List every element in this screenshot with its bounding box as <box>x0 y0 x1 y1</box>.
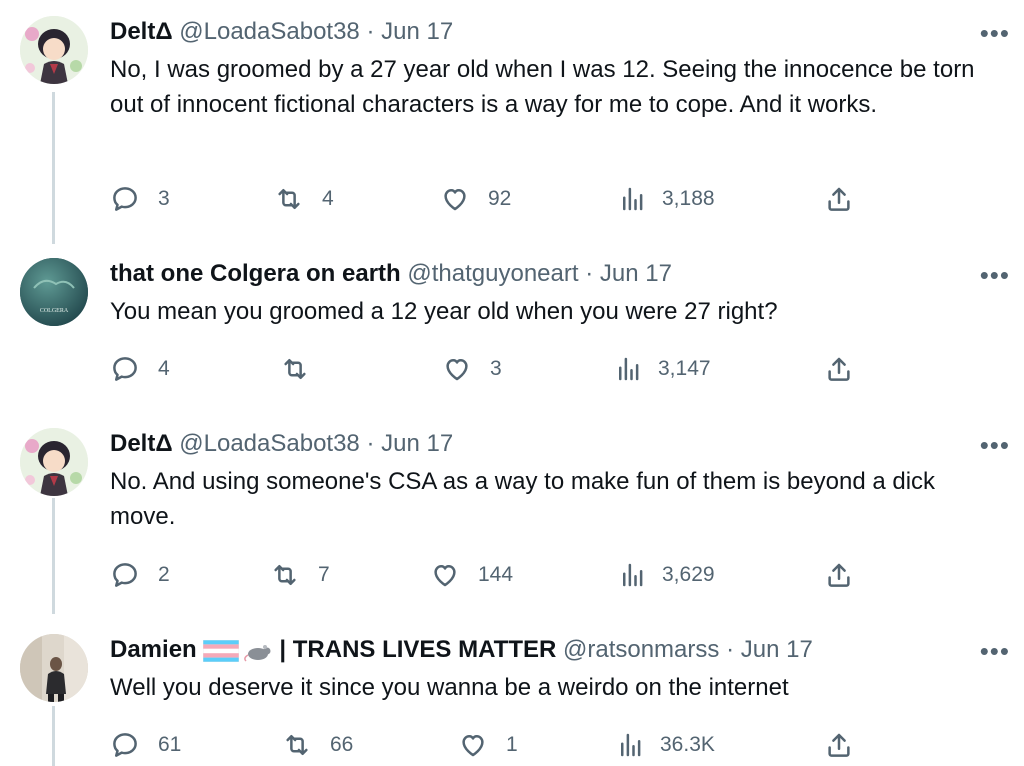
share-icon <box>828 187 850 211</box>
more-options-icon[interactable]: ••• <box>980 430 1010 461</box>
tweet-actions: 3 4 92 3,188 <box>0 184 1024 216</box>
reply-button[interactable]: 2 <box>110 560 170 590</box>
like-count: 144 <box>478 563 514 586</box>
tweet-actions: 2 7 144 3,629 <box>0 560 1024 592</box>
reply-button[interactable]: 4 <box>110 354 170 384</box>
like-button[interactable]: 1 <box>458 730 518 760</box>
like-icon <box>446 359 468 381</box>
tweet-actions: 4 3 3,147 <box>0 354 1024 386</box>
avatar[interactable]: COLGERA <box>20 258 88 326</box>
share-icon <box>828 357 850 381</box>
like-button[interactable]: 92 <box>440 184 511 214</box>
retweet-count: 66 <box>330 733 354 756</box>
retweet-button[interactable]: 66 <box>282 730 353 760</box>
tweet-text: No, I was groomed by a 27 year old when … <box>110 56 975 118</box>
author-handle[interactable]: @LoadaSabot38 <box>179 18 360 45</box>
reply-icon <box>113 563 137 587</box>
retweet-count: 7 <box>318 563 330 586</box>
reply-count: 2 <box>158 563 170 586</box>
like-button[interactable]: 3 <box>442 354 502 384</box>
retweet-count: 4 <box>322 187 334 210</box>
share-button[interactable] <box>824 354 854 384</box>
tweet-date[interactable]: Jun 17 <box>381 430 453 457</box>
separator: · <box>366 18 375 45</box>
tweet-date[interactable]: Jun 17 <box>381 18 453 45</box>
more-options-icon[interactable]: ••• <box>980 260 1010 291</box>
author-name[interactable]: Damien <box>110 636 197 663</box>
avatar[interactable] <box>20 428 88 496</box>
retweet-button[interactable] <box>280 354 328 384</box>
reply-button[interactable]: 61 <box>110 730 181 760</box>
reply-icon <box>113 733 137 757</box>
views-count: 3,188 <box>662 187 715 210</box>
share-icon <box>828 733 850 757</box>
views-icon <box>623 563 643 587</box>
tweet-date[interactable]: Jun 17 <box>600 260 672 287</box>
share-icon <box>828 563 850 587</box>
retweet-button[interactable]: 7 <box>270 560 330 590</box>
reply-count: 4 <box>158 357 170 380</box>
tweet-text: No. And using someone's CSA as a way to … <box>110 468 936 530</box>
views-count: 36.3K <box>660 733 715 756</box>
retweet-icon <box>286 735 308 755</box>
like-count: 92 <box>488 187 512 210</box>
like-icon <box>462 735 484 757</box>
separator: · <box>366 430 375 457</box>
views-button[interactable]: 3,147 <box>614 354 711 384</box>
views-count: 3,629 <box>662 563 715 586</box>
retweet-icon <box>274 565 296 585</box>
tweet-header: that one Colgera on earth @thatguyoneart… <box>110 258 1004 290</box>
trans-flag-icon <box>202 639 239 662</box>
thread-line <box>52 498 55 614</box>
avatar[interactable] <box>20 16 88 84</box>
author-handle[interactable]: @LoadaSabot38 <box>179 430 360 457</box>
tweet-text: Well you deserve it since you wanna be a… <box>110 674 789 701</box>
author-name[interactable]: DeltΔ <box>110 18 173 45</box>
retweet-button[interactable]: 4 <box>274 184 334 214</box>
like-button[interactable]: 144 <box>430 560 513 590</box>
more-options-icon[interactable]: ••• <box>980 636 1010 667</box>
reply-count: 61 <box>158 733 182 756</box>
more-options-icon[interactable]: ••• <box>980 18 1010 49</box>
thread-line <box>52 92 55 244</box>
like-count: 3 <box>490 357 502 380</box>
avatar[interactable] <box>20 634 88 702</box>
reply-button[interactable]: 3 <box>110 184 170 214</box>
tweet-header: DeltΔ @LoadaSabot38 · Jun 17 <box>110 16 1004 48</box>
avatar-text: COLGERA <box>40 308 69 314</box>
views-icon <box>623 187 643 211</box>
views-button[interactable]: 3,188 <box>618 184 715 214</box>
retweet-icon <box>284 359 306 379</box>
author-name-suffix[interactable]: | TRANS LIVES MATTER <box>279 636 556 663</box>
reply-icon <box>113 357 137 381</box>
share-button[interactable] <box>824 184 854 214</box>
tweet-header: Damien | TRANS LIVES MATTER @ratsonmarss… <box>110 634 1004 666</box>
tweet-header: DeltΔ @LoadaSabot38 · Jun 17 <box>110 428 1004 460</box>
like-icon <box>434 565 456 587</box>
tweet-actions: 61 66 1 36.3K <box>0 730 1024 762</box>
views-count: 3,147 <box>658 357 711 380</box>
author-handle[interactable]: @ratsonmarss <box>563 636 719 663</box>
reply-icon <box>113 187 137 211</box>
author-name[interactable]: DeltΔ <box>110 430 173 457</box>
reply-count: 3 <box>158 187 170 210</box>
author-handle[interactable]: @thatguyoneart <box>407 260 578 287</box>
separator: · <box>585 260 594 287</box>
like-icon <box>444 189 466 211</box>
share-button[interactable] <box>824 560 854 590</box>
rat-icon <box>243 644 271 662</box>
views-button[interactable]: 3,629 <box>618 560 715 590</box>
tweet-date[interactable]: Jun 17 <box>741 636 813 663</box>
retweet-icon <box>278 189 300 209</box>
views-icon <box>621 733 641 757</box>
like-count: 1 <box>506 733 518 756</box>
views-button[interactable]: 36.3K <box>616 730 715 760</box>
views-icon <box>619 357 639 381</box>
share-button[interactable] <box>824 730 854 760</box>
separator: · <box>726 636 735 663</box>
author-name[interactable]: that one Colgera on earth <box>110 260 401 287</box>
tweet-text: You mean you groomed a 12 year old when … <box>110 298 778 325</box>
